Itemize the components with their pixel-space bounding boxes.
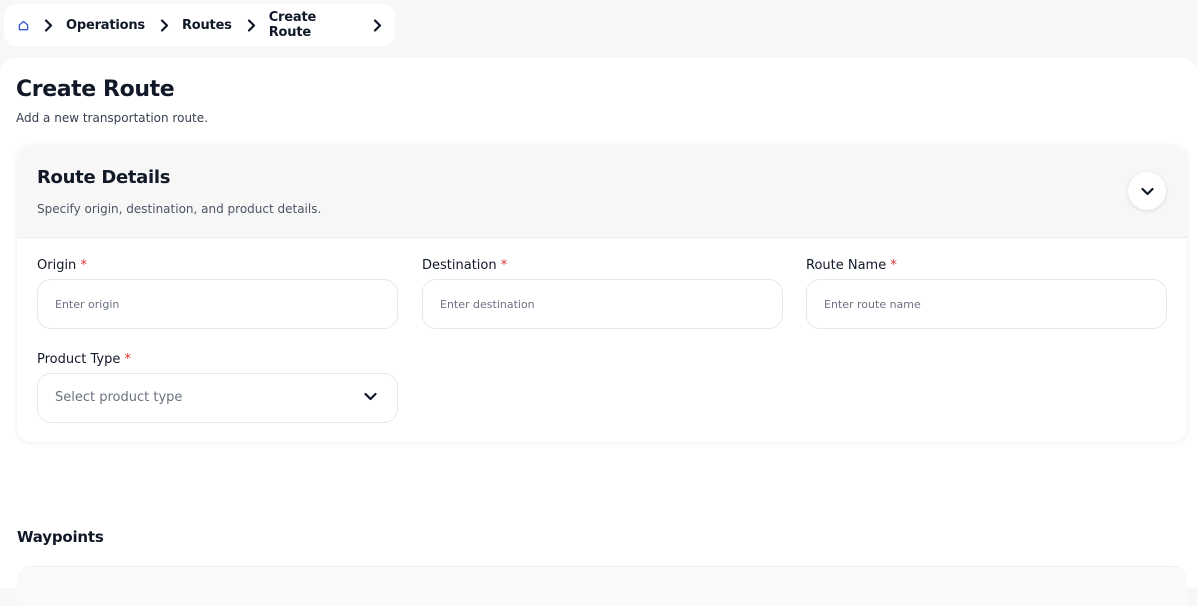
route-name-field bbox=[806, 279, 1167, 329]
destination-field bbox=[422, 279, 783, 329]
required-mark: * bbox=[80, 258, 87, 273]
product-type-placeholder: Select product type bbox=[55, 390, 183, 405]
required-mark: * bbox=[890, 258, 897, 273]
product-type-label: Product Type * bbox=[37, 352, 131, 367]
chevron-down-icon bbox=[1140, 187, 1154, 196]
waypoints-title: Waypoints bbox=[17, 528, 104, 546]
page-content: Create Route Add a new transportation ro… bbox=[0, 58, 1197, 606]
home-icon[interactable] bbox=[18, 20, 29, 31]
route-details-title: Route Details bbox=[37, 167, 171, 188]
breadcrumb-item-routes[interactable]: Routes bbox=[182, 18, 232, 33]
chevron-right-icon bbox=[373, 18, 382, 32]
product-type-label-text: Product Type bbox=[37, 352, 121, 367]
product-type-select[interactable]: Select product type bbox=[37, 373, 398, 423]
route-details-subtitle: Specify origin, destination, and product… bbox=[37, 202, 322, 216]
destination-label: Destination * bbox=[422, 258, 507, 273]
route-details-header[interactable]: Route Details Specify origin, destinatio… bbox=[17, 145, 1187, 238]
route-name-input[interactable] bbox=[807, 280, 1166, 328]
origin-label-text: Origin bbox=[37, 258, 77, 273]
chevron-right-icon bbox=[247, 18, 256, 32]
origin-input[interactable] bbox=[38, 280, 397, 328]
page-subtitle: Add a new transportation route. bbox=[16, 111, 208, 125]
required-mark: * bbox=[500, 258, 508, 273]
route-name-label: Route Name * bbox=[806, 258, 897, 273]
waypoints-card bbox=[17, 566, 1187, 606]
route-details-card: Route Details Specify origin, destinatio… bbox=[17, 145, 1187, 442]
page-title: Create Route bbox=[16, 77, 175, 102]
breadcrumb: Operations Routes Create Route bbox=[4, 4, 395, 46]
chevron-down-icon bbox=[364, 392, 377, 401]
destination-input[interactable] bbox=[423, 280, 782, 328]
required-mark: * bbox=[124, 352, 132, 367]
route-name-label-text: Route Name bbox=[806, 258, 887, 273]
origin-label: Origin * bbox=[37, 258, 87, 273]
breadcrumb-item-operations[interactable]: Operations bbox=[66, 18, 145, 33]
chevron-right-icon bbox=[44, 18, 53, 32]
collapse-button[interactable] bbox=[1128, 172, 1166, 210]
destination-label-text: Destination bbox=[422, 258, 497, 273]
breadcrumb-item-create-route[interactable]: Create Route bbox=[269, 10, 358, 40]
chevron-right-icon bbox=[160, 18, 169, 32]
origin-field bbox=[37, 279, 398, 329]
